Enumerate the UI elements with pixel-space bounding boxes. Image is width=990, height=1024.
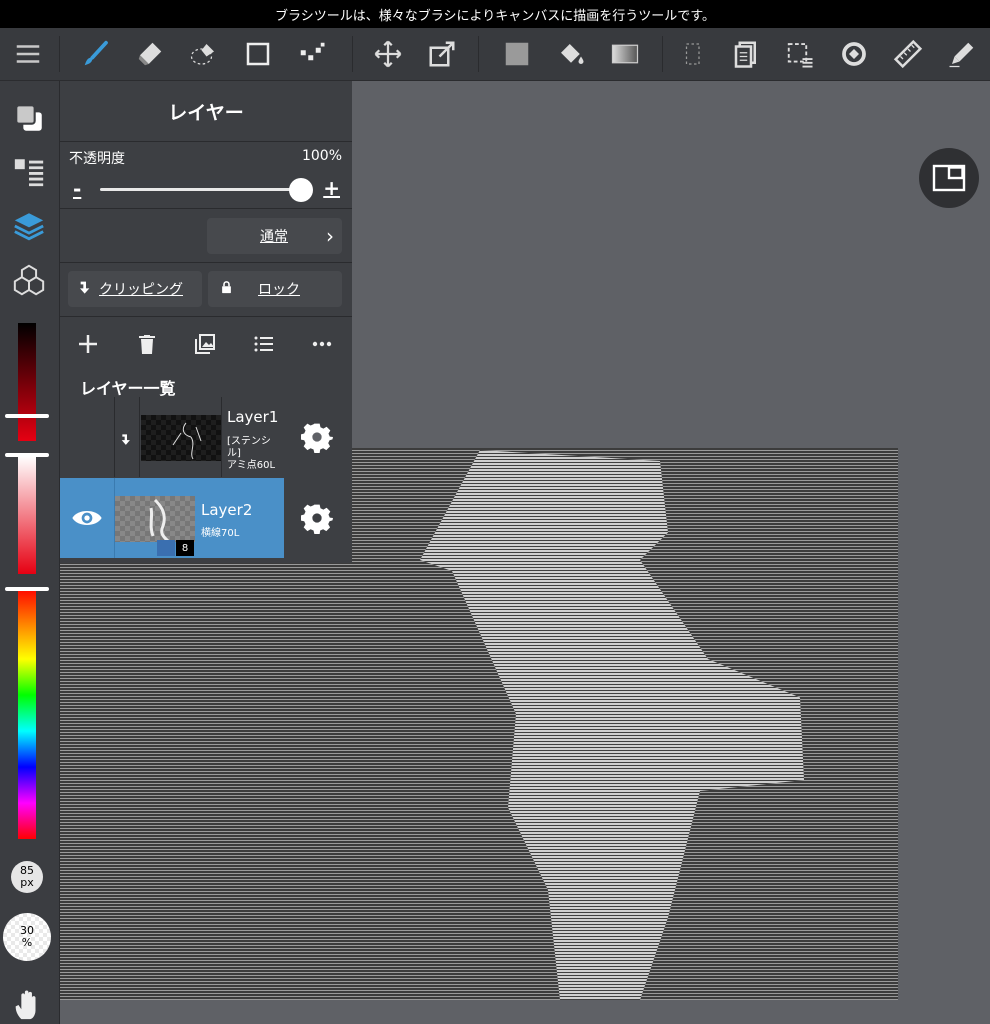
- opacity-slider[interactable]: [100, 188, 310, 191]
- layer-row-layer1[interactable]: Layer1 [ステンシ ル] アミ点60L: [60, 397, 352, 477]
- layer2-detail: 横線70L: [201, 528, 240, 539]
- snap-pen-icon[interactable]: [944, 36, 980, 72]
- opacity-minus-button[interactable]: -: [73, 177, 81, 201]
- bucket-icon[interactable]: [553, 36, 589, 72]
- layer2-thumbnail: [115, 496, 195, 544]
- fill-color-icon[interactable]: [499, 36, 535, 72]
- halftone-badge-icon: [157, 540, 175, 556]
- layer1-name: Layer1: [227, 408, 279, 426]
- copy-layer-icon[interactable]: [728, 36, 764, 72]
- move-icon[interactable]: [370, 36, 406, 72]
- add-layer-icon[interactable]: [70, 328, 106, 360]
- layer1-thumbnail: [141, 415, 221, 461]
- layer2-settings-icon[interactable]: [301, 502, 333, 534]
- hue-marker[interactable]: [5, 587, 49, 591]
- selection-menu-icon[interactable]: [782, 36, 818, 72]
- clipping-button[interactable]: クリッピング: [68, 271, 202, 307]
- layers-icon[interactable]: [10, 207, 48, 245]
- menu-icon[interactable]: [10, 36, 46, 72]
- rectangle-icon[interactable]: [240, 36, 276, 72]
- toolbar: [0, 28, 990, 81]
- clipping-label: クリッピング: [99, 282, 183, 298]
- brush-opacity-badge[interactable]: 30 %: [3, 913, 51, 961]
- navigator-button[interactable]: [919, 148, 979, 208]
- layer-row-layer2[interactable]: 8 Layer2 横線70L: [60, 478, 284, 558]
- brightness-marker[interactable]: [5, 414, 49, 418]
- layer1-detail-3: アミ点60L: [227, 460, 276, 471]
- layer1-settings-icon[interactable]: [301, 421, 333, 453]
- brush-list-icon[interactable]: [10, 153, 48, 191]
- layer-list-label: レイヤー一覧: [80, 379, 176, 398]
- gradient-icon[interactable]: [607, 36, 643, 72]
- dot-icon[interactable]: [294, 36, 330, 72]
- help-text: ブラシツールは、様々なブラシによりキャンバスに描画を行うツールです。: [275, 8, 715, 24]
- brush-size-unit: px: [20, 876, 34, 889]
- ruler-icon[interactable]: [890, 36, 926, 72]
- color-swatch-icon[interactable]: [10, 99, 48, 137]
- lasso-eraser-icon[interactable]: [186, 36, 222, 72]
- hue-strip[interactable]: [18, 587, 36, 839]
- saturation-strip[interactable]: [18, 456, 36, 574]
- left-sidebar: 85 px 30 %: [0, 81, 60, 1024]
- blend-mode-label: 通常: [260, 229, 288, 245]
- eraser-icon[interactable]: [132, 36, 168, 72]
- brightness-strip[interactable]: [18, 323, 36, 441]
- select-dotted-icon[interactable]: [676, 36, 712, 72]
- hand-icon[interactable]: [8, 986, 46, 1024]
- layer2-name: Layer2: [201, 501, 253, 519]
- opacity-label: 不透明度: [69, 151, 125, 167]
- materials-icon[interactable]: [10, 261, 48, 299]
- layer-image-icon[interactable]: [187, 328, 223, 360]
- chevron-right-icon: ›: [326, 224, 334, 248]
- eye-icon[interactable]: [68, 502, 106, 538]
- lock-icon: [219, 280, 234, 299]
- blend-mode-button[interactable]: 通常 ›: [207, 218, 342, 254]
- opacity-plus-button[interactable]: +: [323, 176, 340, 200]
- help-bar: ブラシツールは、様々なブラシによりキャンバスに描画を行うツールです。: [0, 0, 990, 28]
- layer-list-icon[interactable]: [246, 328, 282, 360]
- brush-icon[interactable]: [78, 36, 114, 72]
- lock-label: ロック: [258, 282, 300, 298]
- rotate-icon[interactable]: [836, 36, 872, 72]
- clipping-indicator-icon: [120, 431, 134, 450]
- panel-title: レイヤー: [60, 81, 352, 142]
- brush-size-badge[interactable]: 85 px: [11, 861, 43, 893]
- saturation-marker[interactable]: [5, 453, 49, 457]
- opacity-value: 100%: [301, 148, 342, 164]
- opacity-slider-knob[interactable]: [289, 178, 313, 202]
- clipping-arrow-icon: [78, 279, 94, 299]
- more-icon[interactable]: [304, 328, 340, 360]
- transform-icon[interactable]: [424, 36, 460, 72]
- layer2-badge: 8: [176, 540, 194, 556]
- lock-button[interactable]: ロック: [208, 271, 342, 307]
- navigator-icon: [932, 164, 966, 192]
- brush-opacity-unit: %: [21, 936, 33, 949]
- trash-icon[interactable]: [129, 328, 165, 360]
